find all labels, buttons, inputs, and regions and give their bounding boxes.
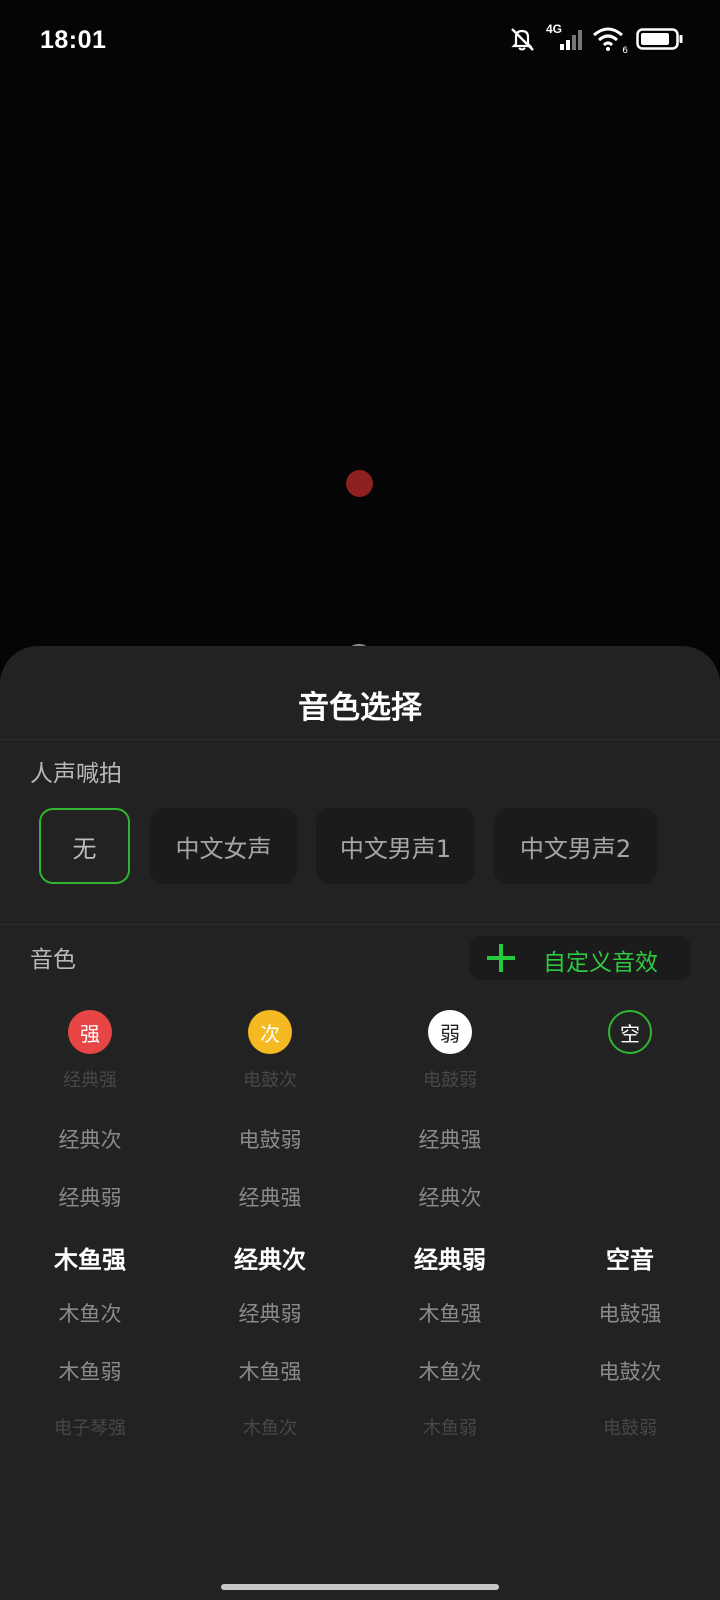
wheel-item[interactable]: 经典强 (0, 1066, 180, 1092)
wheel-item-selected[interactable]: 空音 (540, 1240, 720, 1275)
tone-section-label: 音色 (30, 947, 76, 973)
recording-dot (346, 470, 373, 497)
wheel-item-selected[interactable]: 经典弱 (360, 1240, 540, 1275)
wheel-item[interactable]: 电鼓弱 (540, 1414, 720, 1440)
wheel-item[interactable]: 电鼓次 (180, 1066, 360, 1092)
wheel-item[interactable]: 电鼓次 (540, 1356, 720, 1386)
wheel-item-selected[interactable]: 经典次 (180, 1240, 360, 1275)
status-bar: 18:01 4G 6 (0, 0, 720, 84)
plus-icon (487, 944, 515, 972)
tone-badge-weak[interactable]: 弱 (428, 1010, 472, 1054)
wheel-item[interactable]: 木鱼强 (180, 1356, 360, 1386)
wheel-item[interactable]: 木鱼强 (360, 1298, 540, 1328)
wheel-item[interactable]: 木鱼次 (180, 1414, 360, 1440)
tone-badge-strong[interactable]: 强 (68, 1010, 112, 1054)
home-indicator[interactable] (221, 1584, 499, 1590)
wheel-item[interactable]: 经典弱 (180, 1298, 360, 1328)
wheel-item[interactable]: 经典次 (360, 1182, 540, 1212)
wheel-item[interactable]: 木鱼弱 (360, 1414, 540, 1440)
wheel-item[interactable]: 木鱼弱 (0, 1356, 180, 1386)
wheel-item[interactable]: 电鼓强 (540, 1298, 720, 1328)
voice-option-none[interactable]: 无 (39, 808, 130, 884)
wheel-item[interactable]: 电鼓弱 (360, 1066, 540, 1092)
wheel-item[interactable]: 经典强 (360, 1124, 540, 1154)
custom-sound-label: 自定义音效 (543, 950, 658, 976)
wheel-item[interactable]: 木鱼次 (360, 1356, 540, 1386)
wheel-item[interactable]: 木鱼次 (0, 1298, 180, 1328)
sound-select-sheet: 音色选择 人声喊拍 无 中文女声 中文男声1 中文男声2 音色 自定义音效 强 … (0, 646, 720, 1600)
sheet-title: 音色选择 (298, 690, 422, 726)
wheel-item[interactable]: 电鼓弱 (180, 1124, 360, 1154)
title-divider (0, 739, 720, 740)
tone-badge-empty[interactable]: 空 (608, 1010, 652, 1054)
wheel-item-selected[interactable]: 木鱼强 (0, 1240, 180, 1275)
custom-sound-button[interactable]: 自定义音效 (469, 936, 691, 980)
voice-option-chinese-male-1[interactable]: 中文男声1 (316, 808, 475, 884)
wifi-icon: 6 (592, 26, 628, 56)
status-icons: 4G 6 (508, 22, 684, 56)
tone-badge-secondary[interactable]: 次 (248, 1010, 292, 1054)
status-time: 18:01 (40, 26, 107, 54)
muted-bell-icon (508, 26, 536, 52)
wheel-item[interactable]: 经典弱 (0, 1182, 180, 1212)
wheel-item[interactable]: 电子琴强 (0, 1414, 180, 1440)
wheel-item[interactable]: 经典次 (0, 1124, 180, 1154)
section-divider (0, 924, 720, 925)
voice-option-chinese-female[interactable]: 中文女声 (150, 808, 297, 884)
voice-section-label: 人声喊拍 (30, 761, 122, 787)
battery-icon (636, 27, 684, 51)
wifi-level-label: 6 (622, 46, 628, 56)
wheel-item[interactable]: 经典强 (180, 1182, 360, 1212)
voice-option-chinese-male-2[interactable]: 中文男声2 (494, 808, 657, 884)
signal-icon: 4G (546, 22, 582, 52)
